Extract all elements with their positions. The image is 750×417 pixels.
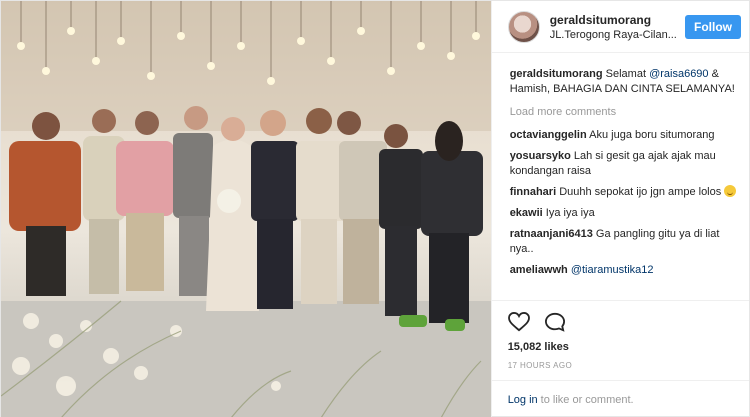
comments-section: geraldsitumorang Selamat @raisa6690 & Ha… bbox=[492, 53, 749, 300]
heart-icon[interactable] bbox=[507, 311, 530, 335]
grinning-face-emoji-icon bbox=[724, 185, 737, 197]
post-header: geraldsitumorang JL.Terogong Raya-Cilan.… bbox=[491, 1, 749, 53]
header-text: geraldsitumorang JL.Terogong Raya-Cilan.… bbox=[550, 13, 685, 41]
follow-button[interactable]: Follow bbox=[685, 14, 741, 39]
comment: ameliawwh @tiaramustika12 bbox=[510, 263, 737, 278]
post-timestamp: 17 HOURS AGO bbox=[507, 361, 573, 370]
header-username[interactable]: geraldsitumorang bbox=[550, 13, 685, 27]
comment: ratnaanjani6413 Ga pangling gitu ya di l… bbox=[510, 227, 737, 257]
comment-text: Aku juga boru situmorang bbox=[586, 129, 715, 141]
login-text: to like or comment. bbox=[540, 393, 634, 406]
caption-username[interactable]: geraldsitumorang bbox=[510, 68, 603, 80]
comment-username[interactable]: ameliawwh bbox=[510, 264, 568, 276]
comment-icon[interactable] bbox=[544, 312, 566, 335]
caption-text-before: Selamat bbox=[602, 68, 650, 80]
post-photo[interactable] bbox=[1, 1, 491, 417]
comment-username[interactable]: ekawii bbox=[510, 207, 543, 219]
caption-mention[interactable]: @raisa6690 bbox=[649, 68, 708, 80]
comment-username[interactable]: octavianggelin bbox=[510, 129, 587, 141]
comment-mention[interactable]: @tiaramustika12 bbox=[571, 264, 654, 276]
load-more-comments[interactable]: Load more comments bbox=[510, 105, 737, 120]
comment: finnahari Duuhh sepokat ijo jgn ampe lol… bbox=[510, 185, 737, 200]
post-sidebar: geraldsitumorang JL.Terogong Raya-Cilan.… bbox=[490, 1, 749, 417]
post-actions: 15,082 likes 17 HOURS AGO bbox=[491, 300, 749, 370]
avatar[interactable] bbox=[507, 10, 540, 43]
comment-username[interactable]: finnahari bbox=[510, 186, 556, 198]
comment: ekawii Iya iya iya bbox=[510, 206, 737, 221]
likes-count[interactable]: 15,082 likes bbox=[508, 341, 733, 353]
comment-username[interactable]: ratnaanjani6413 bbox=[510, 228, 593, 240]
login-link[interactable]: Log in bbox=[508, 394, 538, 406]
action-icons bbox=[507, 309, 733, 337]
comment: octavianggelin Aku juga boru situmorang bbox=[510, 128, 737, 143]
login-prompt: Log in to like or comment. bbox=[491, 380, 749, 417]
wedding-group-photo bbox=[1, 1, 491, 417]
instagram-post: geraldsitumorang JL.Terogong Raya-Cilan.… bbox=[0, 0, 750, 417]
header-location[interactable]: JL.Terogong Raya-Cilan... bbox=[550, 29, 685, 41]
comment-text: Duuhh sepokat ijo jgn ampe lolos bbox=[556, 186, 725, 198]
comment-text: Iya iya iya bbox=[542, 207, 595, 219]
comment-username[interactable]: yosuarsyko bbox=[510, 150, 571, 162]
comment: yosuarsyko Lah si gesit ga ajak ajak mau… bbox=[510, 149, 737, 179]
caption: geraldsitumorang Selamat @raisa6690 & Ha… bbox=[510, 67, 737, 97]
